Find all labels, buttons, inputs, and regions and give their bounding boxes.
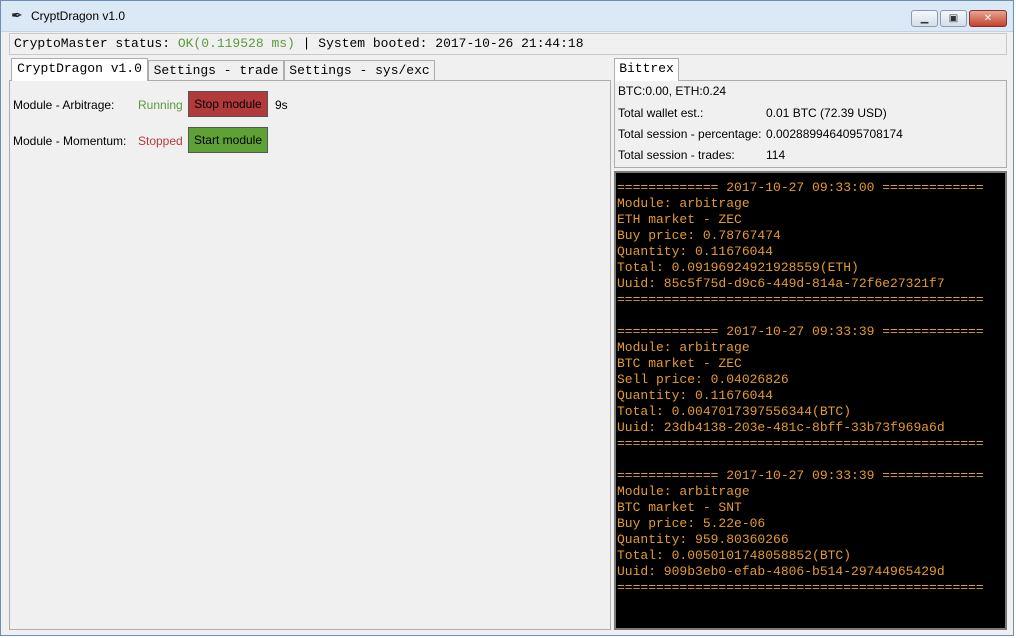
title-bar[interactable]: ✒ CryptDragon v1.0 ▁ ▣ ✕ bbox=[1, 1, 1013, 32]
session-percentage-value: 0.0028899464095708174 bbox=[766, 127, 903, 141]
session-percentage-label: Total session - percentage: bbox=[618, 127, 762, 141]
status-boot-time: | System booted: 2017-10-26 21:44:18 bbox=[294, 36, 584, 51]
tab-bittrex[interactable]: Bittrex bbox=[614, 58, 679, 81]
tab-cryptdragon[interactable]: CryptDragon v1.0 bbox=[11, 58, 148, 81]
tab-settings-sys-exc[interactable]: Settings - sys/exc bbox=[284, 60, 435, 80]
trade-log[interactable]: ============= 2017-10-27 09:33:00 ======… bbox=[614, 171, 1007, 630]
session-trades-value: 114 bbox=[766, 148, 786, 162]
wallet-est-label: Total wallet est.: bbox=[618, 106, 704, 120]
minimize-icon: ▁ bbox=[920, 13, 929, 24]
log-line: BTC market - ZEC bbox=[617, 356, 742, 371]
module-status: Running bbox=[138, 98, 183, 112]
maximize-button[interactable]: ▣ bbox=[940, 10, 967, 27]
log-line: Uuid: 23db4138-203e-481c-8bff-33b73f969a… bbox=[617, 420, 945, 435]
stop-module-button[interactable]: Stop module bbox=[188, 91, 268, 117]
log-line: Buy price: 0.78767474 bbox=[617, 228, 781, 243]
log-line: Uuid: 85c5f75d-d9c6-449d-814a-72f6e27321… bbox=[617, 276, 945, 291]
log-line: Module: arbitrage bbox=[617, 196, 750, 211]
tab-settings-trade[interactable]: Settings - trade bbox=[148, 60, 284, 80]
status-bar: CryptoMaster status: OK(0.119528 ms) | S… bbox=[9, 33, 1007, 55]
log-line: ETH market - ZEC bbox=[617, 212, 742, 227]
log-line: Sell price: 0.04026826 bbox=[617, 372, 789, 387]
log-line: BTC market - SNT bbox=[617, 500, 742, 515]
start-module-button[interactable]: Start module bbox=[188, 127, 268, 153]
log-line: Quantity: 0.11676044 bbox=[617, 244, 774, 259]
tab-label: CryptDragon v1.0 bbox=[17, 61, 142, 76]
wallet-balances: BTC:0.00, ETH:0.24 bbox=[618, 84, 727, 98]
close-icon: ✕ bbox=[983, 13, 993, 24]
maximize-icon: ▣ bbox=[948, 13, 959, 24]
log-line: Total: 0.09196924921928559(ETH) bbox=[617, 260, 859, 275]
log-line: Uuid: 909b3eb0-efab-4806-b514-2974496542… bbox=[617, 564, 945, 579]
minimize-button[interactable]: ▁ bbox=[911, 10, 938, 27]
window-title: CryptDragon v1.0 bbox=[31, 9, 126, 23]
module-status: Stopped bbox=[138, 134, 183, 148]
tab-label: Settings - sys/exc bbox=[289, 63, 430, 78]
log-line: ============= 2017-10-27 09:33:00 ======… bbox=[617, 180, 984, 195]
close-button[interactable]: ✕ bbox=[969, 10, 1007, 27]
log-line: Quantity: 0.11676044 bbox=[617, 388, 774, 403]
log-line: Buy price: 5.22e-06 bbox=[617, 516, 766, 531]
log-line: ========================================… bbox=[617, 436, 984, 451]
wallet-est-value: 0.01 BTC (72.39 USD) bbox=[766, 106, 887, 120]
session-trades-label: Total session - trades: bbox=[618, 148, 735, 162]
module-label: Module - Arbitrage: bbox=[13, 98, 115, 112]
wallet-panel: BTC:0.00, ETH:0.24 Total wallet est.: 0.… bbox=[614, 80, 1007, 168]
log-line: Quantity: 959.80360266 bbox=[617, 532, 789, 547]
app-window: ✒ CryptDragon v1.0 ▁ ▣ ✕ CryptoMaster st… bbox=[0, 0, 1014, 636]
log-line: Total: 0.0047017397556344(BTC) bbox=[617, 404, 852, 419]
log-line: ============= 2017-10-27 09:33:39 ======… bbox=[617, 324, 984, 339]
module-label: Module - Momentum: bbox=[13, 134, 127, 148]
status-prefix: CryptoMaster status: bbox=[14, 36, 178, 51]
left-tab-bar: CryptDragon v1.0 Settings - trade Settin… bbox=[9, 58, 611, 81]
right-tab-bar: Bittrex bbox=[614, 58, 1007, 81]
module-timer: 9s bbox=[275, 98, 288, 112]
feather-icon: ✒ bbox=[11, 8, 23, 24]
tab-label: Settings - trade bbox=[153, 63, 279, 78]
log-line: Module: arbitrage bbox=[617, 340, 750, 355]
log-line: ========================================… bbox=[617, 292, 984, 307]
log-line: ========================================… bbox=[617, 580, 984, 595]
modules-panel: Module - Arbitrage: Running Stop module … bbox=[9, 80, 611, 630]
log-line: Total: 0.0050101748058852(BTC) bbox=[617, 548, 852, 563]
tab-label: Bittrex bbox=[619, 61, 674, 76]
log-line: ============= 2017-10-27 09:33:39 ======… bbox=[617, 468, 984, 483]
log-line: Module: arbitrage bbox=[617, 484, 750, 499]
status-ok: OK(0.119528 ms) bbox=[177, 36, 295, 51]
